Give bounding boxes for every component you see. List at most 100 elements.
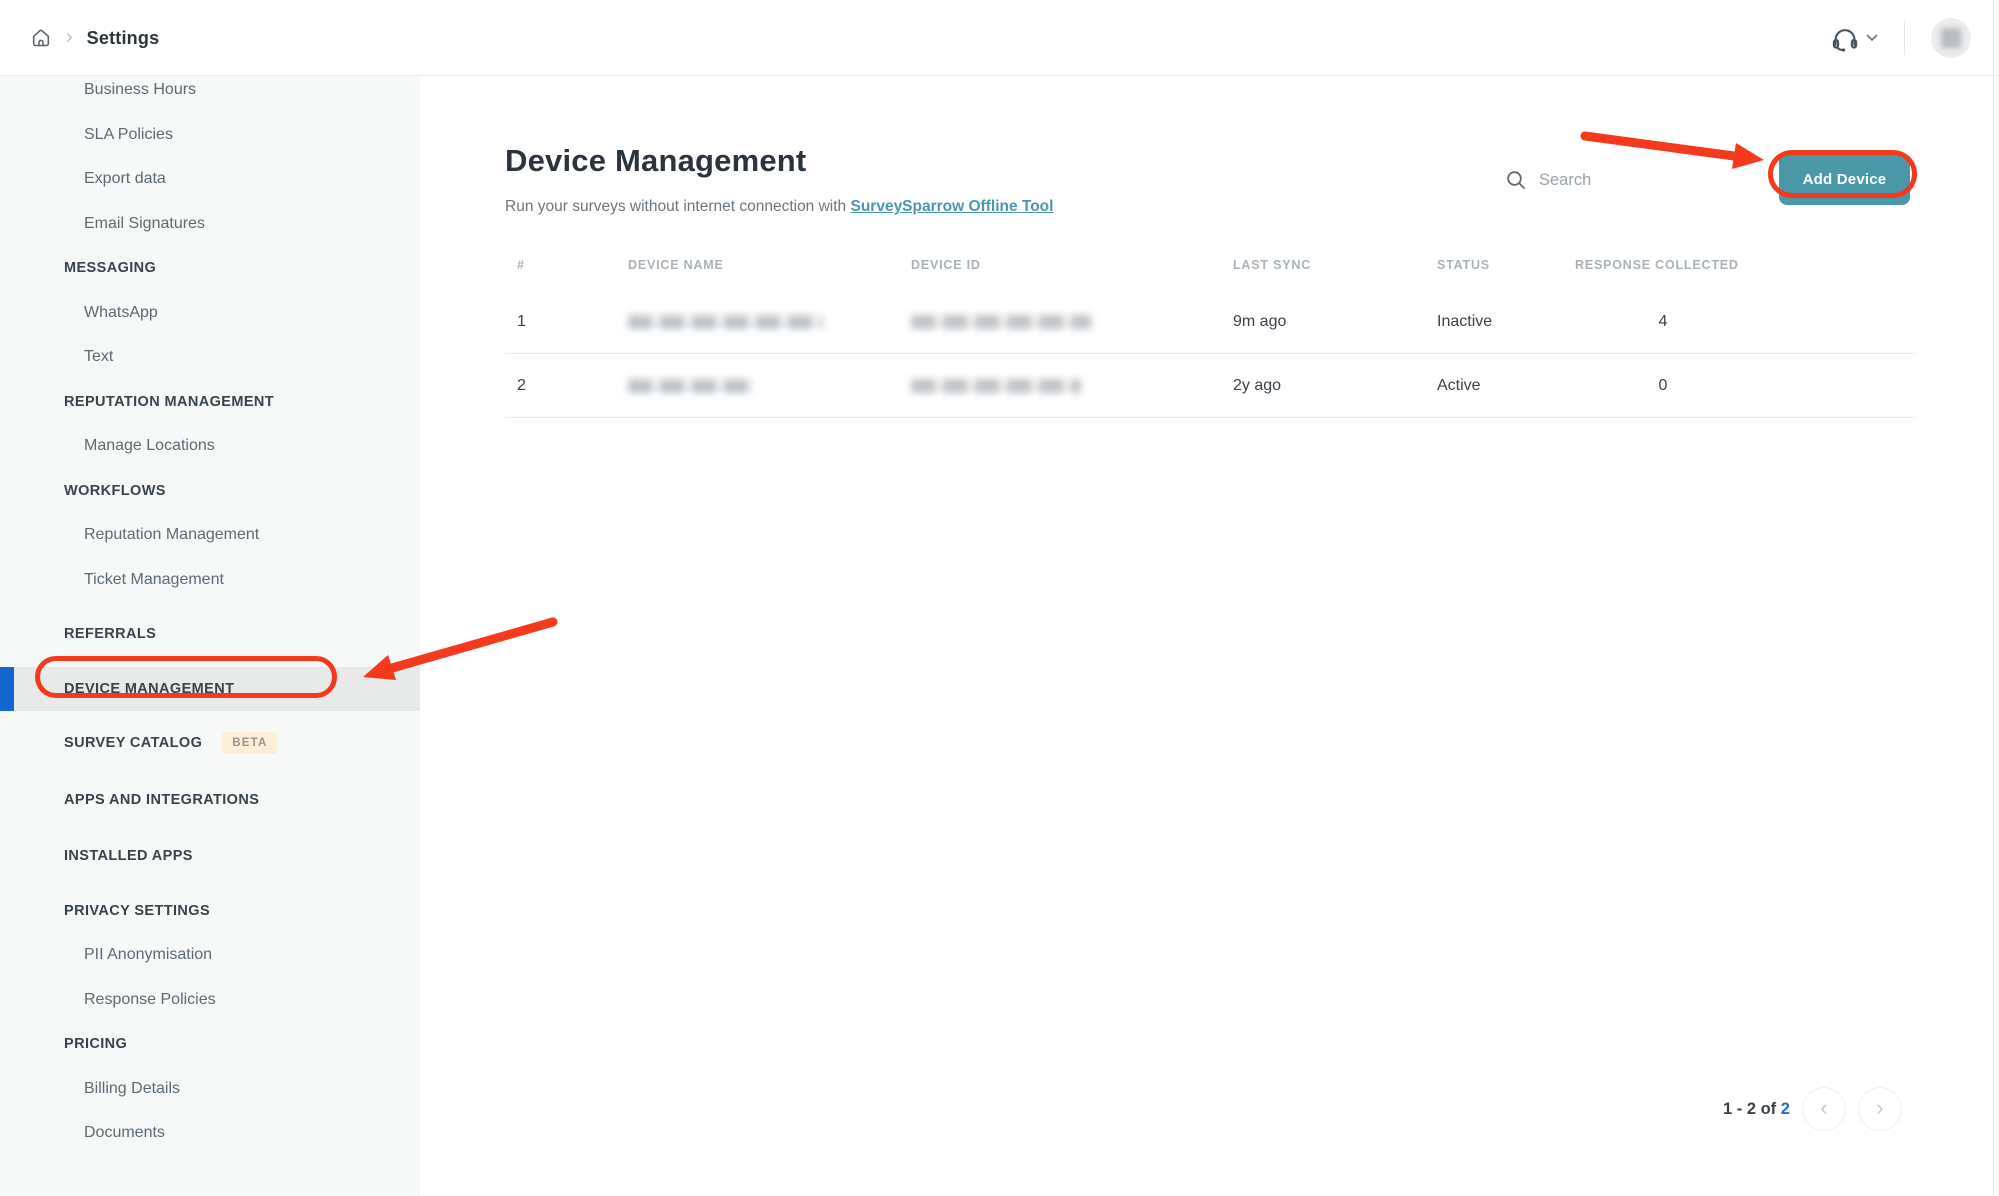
page-subtitle: Run your surveys without internet connec…	[505, 198, 1053, 216]
cell-last-sync: 9m ago	[1233, 313, 1437, 331]
sidebar-item-label: PRIVACY SETTINGS	[64, 903, 210, 919]
sidebar-item-label: Export data	[84, 170, 166, 188]
sidebar-item-label: WORKFLOWS	[64, 483, 166, 499]
sidebar-item-label: WhatsApp	[84, 304, 158, 322]
sidebar-item-ticket-management[interactable]: Ticket Management	[0, 558, 420, 603]
sidebar-item-label: Ticket Management	[84, 571, 224, 589]
sidebar-item-label: PII Anonymisation	[84, 946, 212, 964]
pagination-range-text: 1 - 2 of	[1723, 1100, 1776, 1118]
sidebar-item-pricing: PRICING	[0, 1022, 420, 1067]
sidebar-item-sla-policies[interactable]: SLA Policies	[0, 113, 420, 158]
sidebar-item-label: Text	[84, 348, 113, 366]
table-row[interactable]: 1 9m agoInactive4	[505, 290, 1915, 354]
sidebar-item-label: DEVICE MANAGEMENT	[64, 681, 234, 697]
column-header-num: #	[505, 258, 628, 272]
column-header-device-id: DEVICE ID	[911, 258, 1233, 272]
window-edge	[1993, 0, 1994, 1196]
settings-sidebar: Business Hours SLA Policies Export data Ema…	[0, 76, 420, 1196]
sidebar-item-reputation-management: REPUTATION MANAGEMENT	[0, 380, 420, 425]
avatar-image	[1941, 28, 1961, 48]
cell-num: 1	[505, 313, 628, 331]
sidebar-item-installed-apps[interactable]: INSTALLED APPS	[0, 834, 420, 879]
column-header-status: STATUS	[1437, 258, 1575, 272]
page-title: Device Management	[505, 143, 806, 179]
sidebar-item-business-hours[interactable]: Business Hours	[0, 76, 420, 113]
redacted-device-name	[628, 379, 753, 393]
sidebar-item-email-signatures[interactable]: Email Signatures	[0, 202, 420, 247]
sidebar-item-referrals[interactable]: REFERRALS	[0, 612, 420, 657]
sidebar-item-label: REPUTATION MANAGEMENT	[64, 394, 274, 410]
pagination-total: 2	[1781, 1100, 1790, 1118]
sidebar-item-label: APPS AND INTEGRATIONS	[64, 792, 259, 808]
avatar[interactable]	[1931, 18, 1971, 58]
sidebar-item-manage-locations[interactable]: Manage Locations	[0, 424, 420, 469]
breadcrumb-chevron-icon: ›	[66, 27, 73, 50]
sidebar-item-label: INSTALLED APPS	[64, 848, 193, 864]
pagination-prev-button[interactable]: ‹	[1802, 1087, 1846, 1131]
breadcrumb: › Settings	[30, 0, 159, 76]
cell-num: 2	[505, 377, 628, 395]
column-header-device-name: DEVICE NAME	[628, 258, 911, 272]
chevron-down-icon	[1866, 34, 1878, 42]
sidebar-item-label: SLA Policies	[84, 126, 173, 144]
sidebar-item-label: MESSAGING	[64, 260, 156, 276]
cell-status: Inactive	[1437, 313, 1575, 331]
sidebar-item-text[interactable]: Text	[0, 335, 420, 380]
sidebar-item-label: Business Hours	[84, 81, 196, 99]
sidebar-item-pii-anonymisation[interactable]: PII Anonymisation	[0, 933, 420, 978]
sidebar-item-reputation-management[interactable]: Reputation Management	[0, 513, 420, 558]
top-bar: › Settings	[0, 0, 1999, 76]
cell-device-id	[911, 379, 1233, 393]
device-table: #DEVICE NAMEDEVICE IDLAST SYNCSTATUSRESP…	[505, 248, 1915, 418]
cell-responses: 4	[1575, 313, 1915, 331]
sidebar-item-label: REFERRALS	[64, 626, 156, 642]
sidebar-item-label: Billing Details	[84, 1080, 180, 1098]
subtitle-text: Run your surveys without internet connec…	[505, 198, 850, 215]
cell-device-name	[628, 379, 911, 393]
sidebar-item-whatsapp[interactable]: WhatsApp	[0, 291, 420, 336]
sidebar-item-apps-and-integrations[interactable]: APPS AND INTEGRATIONS	[0, 778, 420, 823]
table-header-row: #DEVICE NAMEDEVICE IDLAST SYNCSTATUSRESP…	[505, 248, 1915, 282]
responses-value: 0	[1575, 377, 1751, 395]
sidebar-item-label: PRICING	[64, 1036, 127, 1052]
cell-responses: 0	[1575, 377, 1915, 395]
topbar-divider	[1904, 21, 1905, 55]
sidebar-item-label: Manage Locations	[84, 437, 215, 455]
cell-device-name	[628, 315, 911, 329]
redacted-device-name	[628, 315, 823, 329]
search-input[interactable]	[1539, 171, 1729, 190]
search-icon	[1505, 169, 1527, 191]
sidebar-item-workflows: WORKFLOWS	[0, 469, 420, 514]
sidebar-item-label: Documents	[84, 1124, 165, 1142]
sidebar-item-billing-details[interactable]: Billing Details	[0, 1067, 420, 1112]
sidebar-item-export-data[interactable]: Export data	[0, 157, 420, 202]
chevron-right-icon: ›	[1876, 1095, 1883, 1121]
beta-badge: BETA	[222, 732, 277, 754]
home-icon[interactable]	[30, 27, 52, 49]
sidebar-item-documents[interactable]: Documents	[0, 1111, 420, 1156]
sidebar-item-label: Response Policies	[84, 991, 216, 1009]
cell-device-id	[911, 315, 1233, 329]
sidebar-item-survey-catalog[interactable]: SURVEY CATALOG BETA	[0, 721, 420, 766]
pagination-range: 1 - 2 of 2	[1723, 1100, 1790, 1119]
sidebar-item-label: SURVEY CATALOG	[64, 735, 202, 751]
sidebar-item-privacy-settings: PRIVACY SETTINGS	[0, 889, 420, 934]
pagination-next-button[interactable]: ›	[1858, 1087, 1902, 1131]
sidebar-item-device-management[interactable]: DEVICE MANAGEMENT	[0, 667, 420, 712]
sidebar-item-label: Email Signatures	[84, 215, 205, 233]
sidebar-item-response-policies[interactable]: Response Policies	[0, 978, 420, 1023]
table-row[interactable]: 22y agoActive0	[505, 354, 1915, 418]
redacted-device-id	[911, 315, 1091, 329]
add-device-button[interactable]: Add Device	[1779, 154, 1910, 205]
column-header-last-sync: LAST SYNC	[1233, 258, 1437, 272]
headset-icon	[1830, 23, 1860, 53]
offline-tool-link[interactable]: SurveySparrow Offline Tool	[850, 198, 1053, 215]
column-header-response-collected: RESPONSE COLLECTED	[1575, 258, 1915, 272]
breadcrumb-current: Settings	[87, 28, 160, 49]
sidebar-item-messaging: MESSAGING	[0, 246, 420, 291]
device-search	[1505, 163, 1729, 197]
support-menu[interactable]	[1830, 23, 1878, 53]
chevron-left-icon: ‹	[1820, 1095, 1827, 1121]
redacted-device-id	[911, 379, 1081, 393]
responses-value: 4	[1575, 313, 1751, 331]
